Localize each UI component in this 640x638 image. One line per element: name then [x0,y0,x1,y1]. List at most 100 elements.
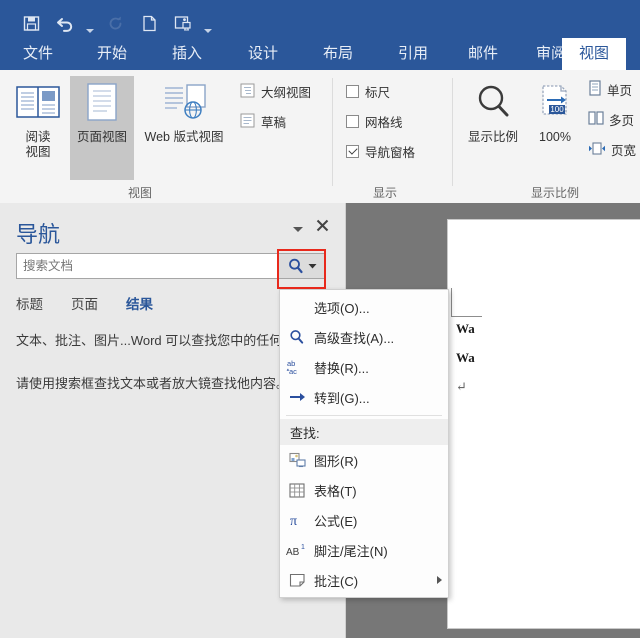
tab-charu[interactable]: 插入 [157,38,217,70]
draft-view-label: 草稿 [261,116,287,130]
navigation-pane-collapse-icon[interactable] [291,221,305,239]
menu-item-advanced-find[interactable]: 高级查找(A)... [280,322,448,352]
menu-item-comment[interactable]: 批注(C) [280,565,448,595]
read-mode-label-line1: 阅读 [25,130,51,144]
navigation-pane-title: 导航 [16,222,61,247]
ruler-label: 标尺 [365,86,391,100]
document-page[interactable] [447,219,640,629]
tab-kaishi[interactable]: 开始 [82,38,142,70]
print-layout-icon [82,76,122,130]
customize-quick-access-icon[interactable] [200,5,216,41]
menu-item-advanced-find-label: 高级查找(A)... [314,330,395,346]
nav-tab-pages[interactable]: 页面 [71,293,98,313]
gridlines-checkbox[interactable]: 网格线 [346,112,403,131]
ruler-checkbox[interactable]: 标尺 [346,82,390,101]
margin-corner-marker [451,288,482,317]
one-page-icon [588,80,602,99]
print-layout-button[interactable]: 页面视图 [70,76,134,180]
gridlines-checkbox-box[interactable] [346,115,359,128]
menu-item-footnote[interactable]: AB 1 脚注/尾注(N) [280,535,448,565]
tab-buju[interactable]: 布局 [308,38,368,70]
menu-section-header-find: 查找: [280,419,448,445]
menu-item-goto[interactable]: 转到(G)... [280,382,448,412]
multiple-pages-icon [588,110,604,129]
undo-icon[interactable] [48,9,82,37]
menu-item-equation-label: 公式(E) [314,513,358,529]
nav-tab-headings[interactable]: 标题 [16,293,43,313]
search-dropdown-icon[interactable] [308,257,317,275]
one-page-label: 单页 [607,84,633,98]
multiple-pages-button[interactable]: 多页 [588,110,634,129]
svg-text:AB: AB [286,547,300,558]
menu-item-options[interactable]: 选项(O)... [280,292,448,322]
print-layout-label: 页面视图 [76,130,127,144]
tab-youjian[interactable]: 邮件 [453,38,513,70]
footnote-icon: AB 1 [280,542,314,558]
web-layout-label: Web 版式视图 [144,130,224,144]
tab-yinyong[interactable]: 引用 [383,38,443,70]
page-width-label: 页宽 [611,144,637,158]
save-icon[interactable] [14,9,48,37]
menu-item-comment-label: 批注(C) [314,573,359,589]
submenu-arrow-icon [430,576,448,584]
svg-text:100: 100 [550,105,564,114]
redo-icon [98,9,132,37]
group-label-zoom: 显示比例 [530,186,579,200]
one-page-button[interactable]: 单页 [588,80,632,99]
replace-abac-icon: ab ac [280,358,314,376]
menu-item-table[interactable]: 表格(T) [280,475,448,505]
tab-sheji[interactable]: 设计 [233,38,293,70]
search-input[interactable] [17,254,278,278]
touch-mouse-mode-icon[interactable] [166,9,200,37]
quick-access-toolbar [0,0,640,38]
zoom-button[interactable]: 显示比例 [460,76,526,180]
tab-shitu[interactable]: 视图 [562,38,626,70]
menu-item-table-label: 表格(T) [314,483,357,499]
read-mode-button[interactable]: 阅读 视图 [8,76,68,180]
ruler-checkbox-box[interactable] [346,85,359,98]
ribbon-body: 阅读 视图 页面视图 Web 版式视图 大纲视图 草稿 视图 标尺 网格线 导航… [0,70,640,204]
outline-view-label: 大纲视图 [261,86,312,100]
search-box[interactable] [16,253,326,279]
outline-view-icon [240,83,255,101]
menu-item-graphic[interactable]: 图形(R) [280,445,448,475]
nav-tab-results[interactable]: 结果 [126,293,153,313]
close-icon[interactable] [315,218,330,238]
web-layout-icon [159,76,209,130]
new-document-icon[interactable] [132,9,166,37]
document-line-2: Wa [456,350,475,365]
search-magnifier-button[interactable] [278,254,325,278]
comment-icon [280,573,314,588]
tab-wenjian[interactable]: 文件 [8,38,68,70]
zoom-100-icon: 100 [535,76,575,130]
menu-item-replace-label: 替换(R)... [314,360,369,376]
web-layout-button[interactable]: Web 版式视图 [136,76,232,180]
navigation-pane-checkbox[interactable]: 导航窗格 [346,142,415,161]
menu-item-replace[interactable]: ab ac 替换(R)... [280,352,448,382]
svg-text:π: π [290,514,297,529]
menu-item-options-label: 选项(O)... [314,300,370,316]
zoom-100-label: 100% [539,130,571,144]
menu-separator [286,415,442,416]
magnifier-icon [280,329,314,345]
zoom-100-button[interactable]: 100 100% [527,76,583,180]
group-label-show: 显示 [372,186,397,200]
page-width-button[interactable]: 页宽 [588,140,636,159]
navigation-pane-checkbox-box[interactable] [346,145,359,158]
menu-item-footnote-label: 脚注/尾注(N) [314,543,388,559]
menu-item-goto-label: 转到(G)... [314,390,370,406]
outline-view-button[interactable]: 大纲视图 [240,82,311,101]
menu-item-equation[interactable]: π 公式(E) [280,505,448,535]
group-separator-1 [332,78,333,186]
document-line-1: Wa [456,321,475,336]
search-options-menu: 选项(O)... 高级查找(A)... ab ac 替换(R)... 转到(G)… [279,289,449,598]
navigation-pane-label: 导航窗格 [365,146,416,160]
table-icon [280,482,314,498]
draft-view-button[interactable]: 草稿 [240,112,286,131]
undo-dropdown-icon[interactable] [82,5,98,41]
quick-access-icons [14,5,216,41]
svg-text:ac: ac [289,367,297,376]
group-separator-2 [452,78,453,186]
read-mode-label-line2: 视图 [25,145,51,159]
group-label-view: 视图 [127,186,152,200]
